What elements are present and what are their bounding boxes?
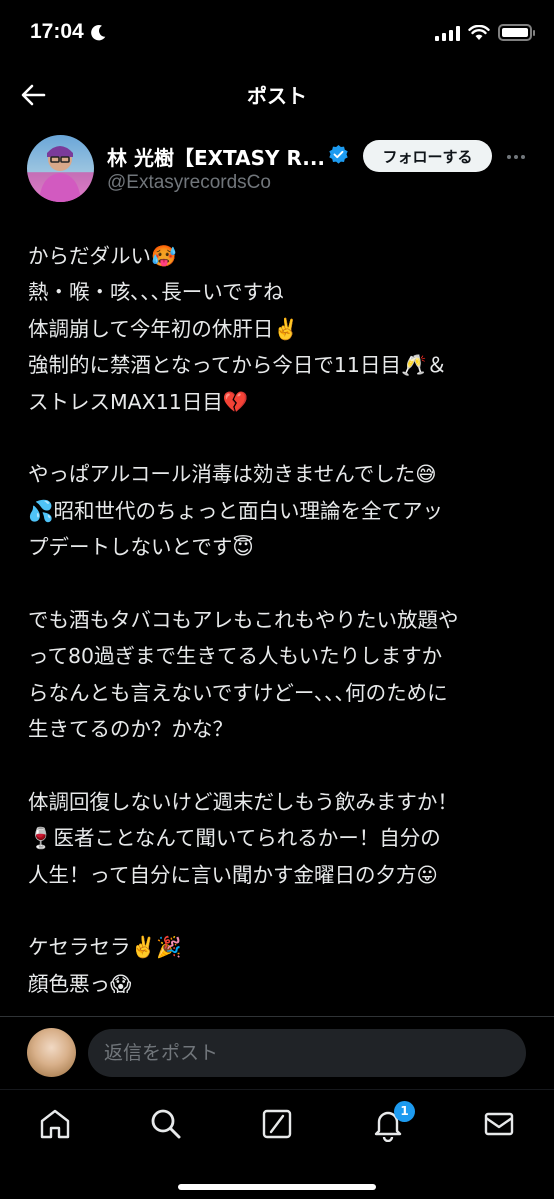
post-line: プデートしないとです😇: [28, 535, 254, 560]
author-row: 林 光樹【EXTASY R... @ExtasyrecordsCo フォローする: [0, 130, 554, 210]
reply-input[interactable]: [88, 1029, 526, 1077]
post-line: からだダルい🥵: [28, 244, 177, 268]
user-avatar: [27, 1028, 76, 1077]
post-line: らなんとも言えないですけどー､､､何のために: [28, 680, 448, 705]
post-line: 💦昭和世代のちょっと面白い理論を全てアッ: [28, 498, 444, 523]
verified-badge-icon: [329, 144, 348, 164]
mail-icon[interactable]: [481, 1106, 517, 1142]
post-line: 生きてるのか？かな？: [28, 717, 233, 742]
avatar-image: [39, 146, 81, 202]
home-indicator: [178, 1184, 376, 1190]
moon-icon: [91, 25, 106, 41]
post-text: からだダルい🥵 熱・喉・咳､､､長ーいですね 体調崩して今年初の休肝日✌️ 強制的に禁…: [28, 238, 528, 1002]
signal-icon: [435, 25, 460, 41]
header: ポスト: [0, 66, 554, 122]
post-line: って80過ぎまで生きてる人もいたりしますか: [28, 644, 443, 669]
author-avatar[interactable]: [27, 135, 94, 202]
page-title: ポスト: [247, 84, 307, 108]
post-line: ストレスMAX11日目💔: [28, 389, 249, 414]
post-line: 人生！って自分に言い聞かす金曜日の夕方😛: [28, 862, 438, 887]
author-handle[interactable]: @ExtasyrecordsCo: [107, 172, 271, 194]
status-indicators: [435, 24, 535, 41]
more-icon[interactable]: [503, 144, 529, 170]
post-line: 体調回復しないけど週末だしもう飲みますか！: [28, 789, 458, 814]
status-bar: 17:04: [0, 0, 554, 66]
post-line: 体調崩して今年初の休肝日✌️: [28, 316, 299, 341]
follow-button[interactable]: フォローする: [363, 140, 492, 172]
notification-badge: 1: [394, 1101, 415, 1122]
post-line: 熱・喉・咳､､､長ーいですね: [28, 280, 284, 305]
post-line: でも酒もタバコもアレもこれもやりたい放題や: [28, 607, 459, 632]
post-line: やっぱアルコール消毒は効きませんでした😅: [28, 462, 437, 487]
reply-bar: [0, 1017, 554, 1089]
post-line: ケセラセラ✌️🎉: [28, 935, 182, 960]
post-line: 強制的に禁酒となってから今日で11日目🥂＆: [28, 353, 447, 378]
status-time: 17:04: [30, 20, 84, 43]
battery-icon: [498, 24, 535, 41]
post-line: 顔色悪っ😱: [28, 971, 132, 996]
grok-icon[interactable]: [259, 1106, 295, 1142]
search-icon[interactable]: [148, 1106, 184, 1142]
post-line: 🍷医者ことなんて聞いてられるかー！自分の: [28, 826, 441, 851]
wifi-icon: [468, 24, 490, 40]
author-name[interactable]: 林 光樹【EXTASY R...: [107, 142, 325, 171]
home-icon[interactable]: [37, 1106, 73, 1142]
bottom-tab-bar: 1: [0, 1089, 554, 1199]
